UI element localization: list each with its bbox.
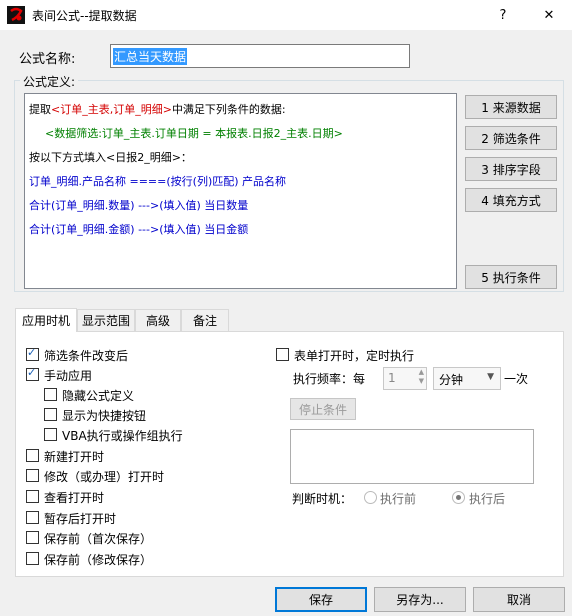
def-line-1-suffix: 中满足下列条件的数据: — [171, 103, 286, 116]
stop-condition-button[interactable]: 停止条件 — [290, 398, 356, 420]
help-button[interactable]: ? — [480, 0, 526, 30]
frequency-label: 执行频率：每 — [293, 372, 366, 386]
formula-name-input[interactable]: 汇总当天数据 — [110, 44, 410, 68]
cb-modify-open[interactable] — [26, 469, 39, 482]
cb-modify-open-label: 修改（或办理）打开时 — [44, 470, 165, 484]
formula-name-value: 汇总当天数据 — [113, 48, 188, 65]
cb-modify-save[interactable] — [26, 552, 39, 565]
execute-condition-button[interactable]: 5 执行条件 — [465, 265, 557, 289]
cb-shortcut-button-label: 显示为快捷按钮 — [62, 409, 147, 423]
def-line-1: 提取<订单_主表,订单_明细>中满足下列条件的数据: — [29, 101, 286, 117]
chevron-down-icon: ▼ — [487, 372, 494, 382]
cancel-button[interactable]: 取消 — [473, 587, 565, 612]
fill-method-button[interactable]: 4 填充方式 — [465, 188, 557, 212]
def-line-5: 合计(订单_明细.数量) --->(填入值) 当日数量 — [29, 199, 249, 212]
unit-value: 分钟 — [439, 373, 464, 387]
tab-advanced[interactable]: 高级 — [135, 309, 181, 331]
frequency-stepper[interactable]: 1 ▲ ▼ — [383, 367, 427, 390]
source-data-button[interactable]: 1 来源数据 — [465, 95, 557, 119]
unit-select[interactable]: 分钟 ▼ — [433, 367, 501, 390]
radio-after-label: 执行后 — [469, 492, 506, 506]
cb-filter-change[interactable] — [26, 346, 39, 361]
def-line-6: 合计(订单_明细.金额) --->(填入值) 当日金额 — [29, 223, 249, 236]
cb-shortcut-button[interactable] — [44, 408, 57, 421]
def-line-1-tables: <订单_主表,订单_明细> — [51, 103, 172, 116]
cb-timer-execute[interactable] — [276, 348, 289, 361]
frequency-value: 1 — [388, 371, 396, 385]
cb-stash-open[interactable] — [26, 511, 39, 524]
cb-hide-definition-label: 隐藏公式定义 — [62, 389, 135, 403]
cb-vba-execute-label: VBA执行或操作组执行 — [62, 429, 183, 443]
radio-before-label: 执行前 — [380, 492, 417, 506]
cb-manual-apply-label: 手动应用 — [44, 369, 93, 383]
cb-stash-open-label: 暂存后打开时 — [44, 512, 117, 526]
tab-display-range[interactable]: 显示范围 — [77, 309, 135, 331]
window-title: 表间公式--提取数据 — [32, 9, 137, 23]
stop-condition-textarea[interactable] — [290, 429, 534, 484]
tab-notes[interactable]: 备注 — [181, 309, 229, 331]
cb-timer-execute-label: 表单打开时，定时执行 — [294, 349, 415, 363]
app-logo-icon — [6, 5, 26, 25]
def-line-3: 按以下方式填入<日报2_明细>： — [29, 151, 192, 164]
def-line-2: <数据筛选:订单_主表.订单日期 = 本报表.日报2_主表.日期> — [45, 127, 343, 140]
stepper-arrows-icon: ▲ ▼ — [418, 368, 424, 385]
cb-vba-execute[interactable] — [44, 428, 57, 441]
cb-modify-save-label: 保存前（修改保存） — [44, 553, 153, 567]
cb-first-save[interactable] — [26, 531, 39, 544]
definition-legend: 公式定义: — [20, 73, 79, 90]
definition-text-area[interactable]: 提取<订单_主表,订单_明细>中满足下列条件的数据: <数据筛选:订单_主表.订… — [24, 93, 457, 289]
filter-condition-button[interactable]: 2 筛选条件 — [465, 126, 557, 150]
close-button[interactable]: ✕ — [526, 0, 572, 30]
def-line-4: 订单_明细.产品名称 ====(按行(列)匹配) 产品名称 — [29, 175, 287, 188]
cb-new-open[interactable] — [26, 449, 39, 462]
cb-first-save-label: 保存前（首次保存） — [44, 532, 153, 546]
radio-after[interactable] — [452, 491, 465, 504]
radio-before[interactable] — [364, 491, 377, 504]
cb-filter-change-label: 筛选条件改变后 — [44, 349, 129, 363]
tab-apply-timing[interactable]: 应用时机 — [15, 308, 77, 332]
save-button[interactable]: 保存 — [275, 587, 367, 612]
save-as-button[interactable]: 另存为... — [374, 587, 466, 612]
cb-view-open-label: 查看打开时 — [44, 491, 105, 505]
judge-timing-label: 判断时机： — [292, 492, 353, 506]
def-line-1-prefix: 提取 — [29, 103, 51, 116]
times-suffix: 一次 — [504, 372, 529, 386]
cb-manual-apply[interactable] — [26, 366, 39, 381]
formula-name-label: 公式名称: — [19, 52, 76, 67]
cb-hide-definition[interactable] — [44, 388, 57, 401]
sort-field-button[interactable]: 3 排序字段 — [465, 157, 557, 181]
cb-view-open[interactable] — [26, 490, 39, 503]
cb-new-open-label: 新建打开时 — [44, 450, 105, 464]
